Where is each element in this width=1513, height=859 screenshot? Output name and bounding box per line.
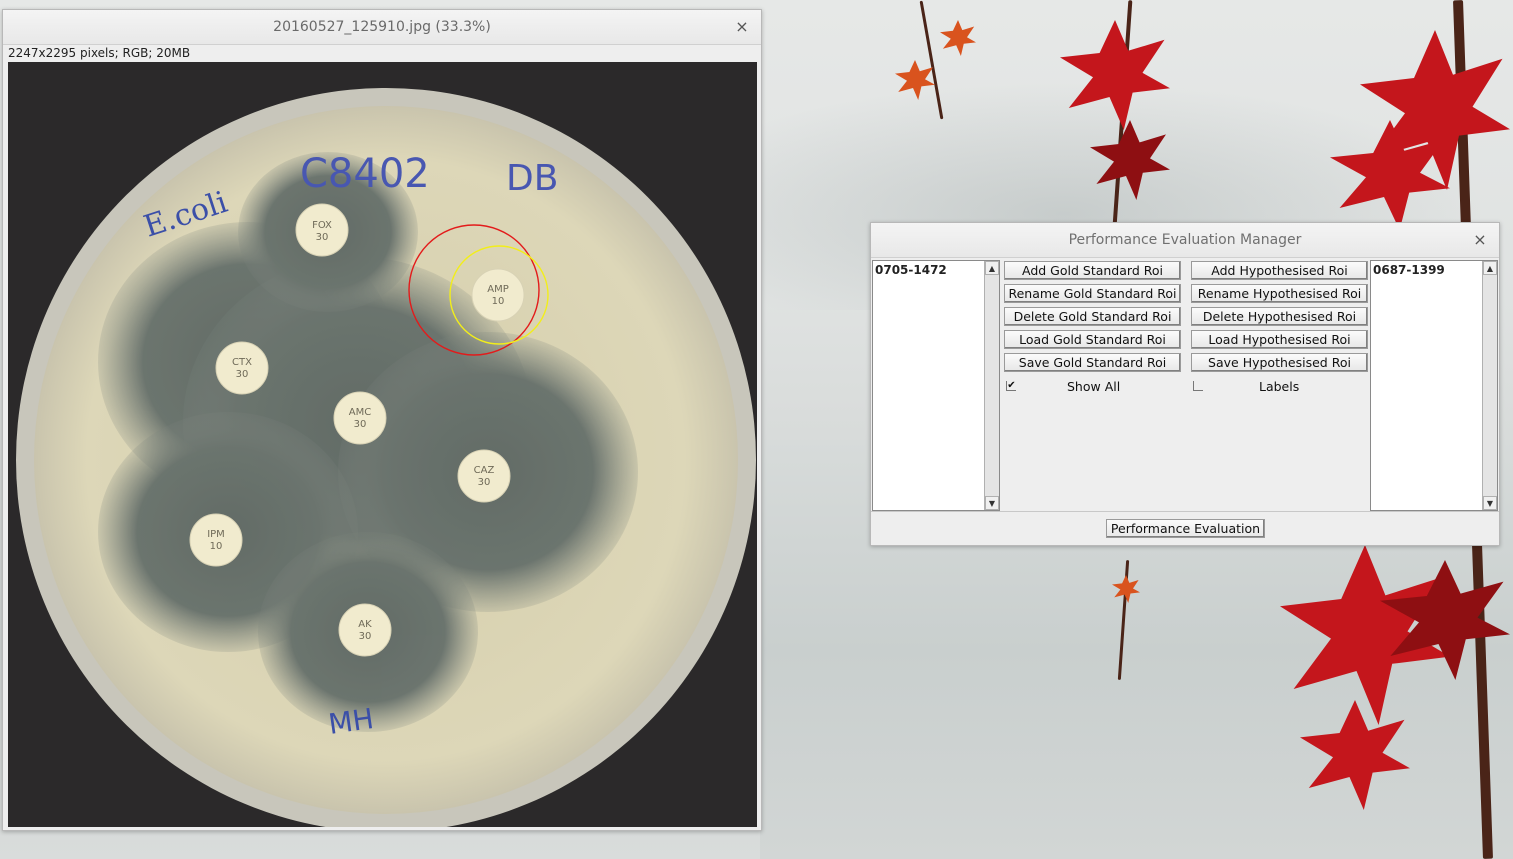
vine-leaf [940, 20, 976, 56]
save-gold-standard-roi-button[interactable]: Save Gold Standard Roi [1004, 353, 1181, 372]
delete-hypothesised-roi-button[interactable]: Delete Hypothesised Roi [1191, 307, 1368, 326]
add-gold-standard-roi-button[interactable]: Add Gold Standard Roi [1004, 261, 1181, 280]
labels-checkbox[interactable]: Labels [1193, 377, 1368, 395]
checkbox-icon[interactable] [1193, 381, 1203, 391]
image-canvas[interactable]: E.coli C8402 DB MH FOX 30 AMP 10 CTX 30 [8, 62, 757, 827]
antibiotic-disk: AMP 10 [471, 268, 525, 322]
load-gold-standard-roi-button[interactable]: Load Gold Standard Roi [1004, 330, 1181, 349]
antibiotic-disk: FOX 30 [295, 203, 349, 257]
svg-text:AK: AK [358, 619, 372, 630]
scroll-up-icon[interactable]: ▲ [985, 261, 999, 275]
show-all-checkbox[interactable]: ✔ Show All [1006, 377, 1181, 395]
svg-text:30: 30 [359, 631, 372, 642]
antibiotic-disk: IPM 10 [189, 513, 243, 567]
plate-bottom-label: MH [326, 702, 375, 741]
svg-text:10: 10 [492, 296, 505, 307]
svg-text:CAZ: CAZ [474, 465, 495, 476]
list-item[interactable]: 0705-1472 [873, 261, 999, 279]
antibiotic-disk: AMC 30 [333, 391, 387, 445]
scroll-up-icon[interactable]: ▲ [1483, 261, 1497, 275]
performance-evaluation-button[interactable]: Performance Evaluation [1106, 519, 1265, 538]
delete-gold-standard-roi-button[interactable]: Delete Gold Standard Roi [1004, 307, 1181, 326]
antibiotic-disk: CAZ 30 [457, 449, 511, 503]
svg-text:AMP: AMP [487, 284, 509, 295]
svg-text:FOX: FOX [312, 220, 332, 231]
image-info: 2247x2295 pixels; RGB; 20MB [3, 45, 761, 63]
svg-text:30: 30 [316, 232, 329, 243]
antibiotic-disk: CTX 30 [215, 341, 269, 395]
petri-dish-image: E.coli C8402 DB MH FOX 30 AMP 10 CTX 30 [8, 62, 757, 827]
hypothesised-roi-list[interactable]: 0687-1399 ▲ ▼ [1370, 260, 1498, 511]
show-all-label: Show All [1067, 378, 1121, 394]
perf-window-titlebar[interactable]: Performance Evaluation Manager × [871, 223, 1499, 258]
svg-text:CTX: CTX [232, 357, 252, 368]
perf-window-title: Performance Evaluation Manager [1068, 232, 1302, 248]
antibiotic-disk: AK 30 [338, 603, 392, 657]
scroll-down-icon[interactable]: ▼ [985, 496, 999, 510]
image-window-title: 20160527_125910.jpg (33.3%) [273, 19, 491, 35]
hyp-list-scrollbar[interactable]: ▲ ▼ [1482, 261, 1497, 510]
labels-label: Labels [1259, 378, 1300, 394]
add-hypothesised-roi-button[interactable]: Add Hypothesised Roi [1191, 261, 1368, 280]
save-hypothesised-roi-button[interactable]: Save Hypothesised Roi [1191, 353, 1368, 372]
svg-text:10: 10 [210, 541, 223, 552]
scroll-down-icon[interactable]: ▼ [1483, 496, 1497, 510]
close-icon[interactable]: × [1471, 231, 1489, 249]
svg-text:30: 30 [236, 369, 249, 380]
image-window[interactable]: 20160527_125910.jpg (33.3%) × 2247x2295 … [2, 9, 762, 831]
close-icon[interactable]: × [733, 18, 751, 36]
list-item[interactable]: 0687-1399 [1371, 261, 1497, 279]
svg-text:30: 30 [478, 477, 491, 488]
performance-evaluation-window[interactable]: Performance Evaluation Manager × 0705-14… [870, 222, 1500, 546]
gold-standard-roi-list[interactable]: 0705-1472 ▲ ▼ [872, 260, 1000, 511]
plate-sample-label: C8402 [300, 151, 430, 197]
divider [871, 511, 1499, 512]
rename-gold-standard-roi-button[interactable]: Rename Gold Standard Roi [1004, 284, 1181, 303]
gold-list-scrollbar[interactable]: ▲ ▼ [984, 261, 999, 510]
svg-text:30: 30 [354, 419, 367, 430]
rename-hypothesised-roi-button[interactable]: Rename Hypothesised Roi [1191, 284, 1368, 303]
image-window-titlebar[interactable]: 20160527_125910.jpg (33.3%) × [3, 10, 761, 45]
checkbox-icon[interactable]: ✔ [1006, 381, 1016, 391]
svg-text:AMC: AMC [349, 407, 371, 418]
load-hypothesised-roi-button[interactable]: Load Hypothesised Roi [1191, 330, 1368, 349]
plate-initials-label: DB [506, 158, 558, 199]
svg-text:IPM: IPM [207, 529, 225, 540]
